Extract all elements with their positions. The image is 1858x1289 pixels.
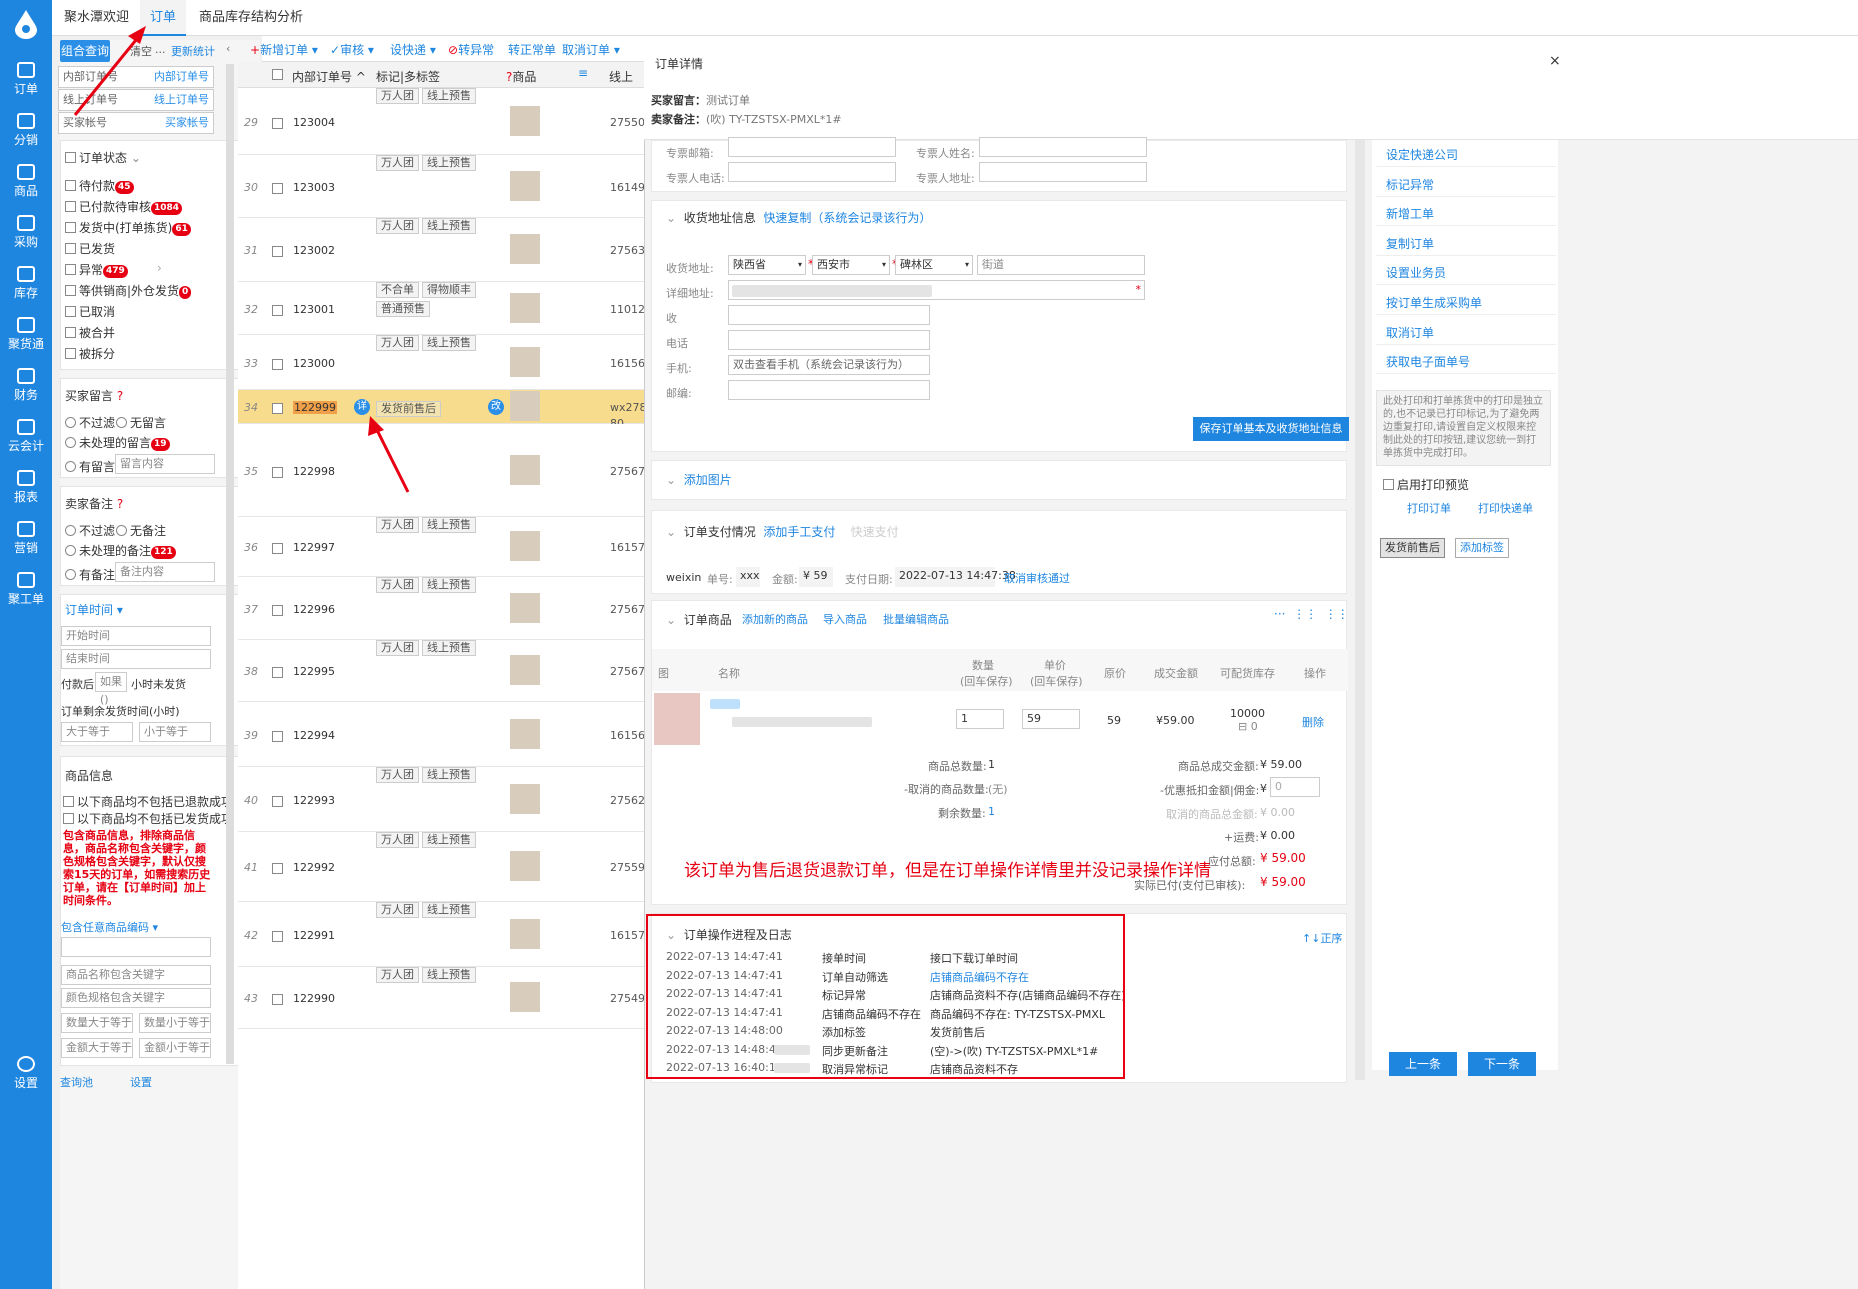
annotation-arrows [73, 26, 410, 493]
